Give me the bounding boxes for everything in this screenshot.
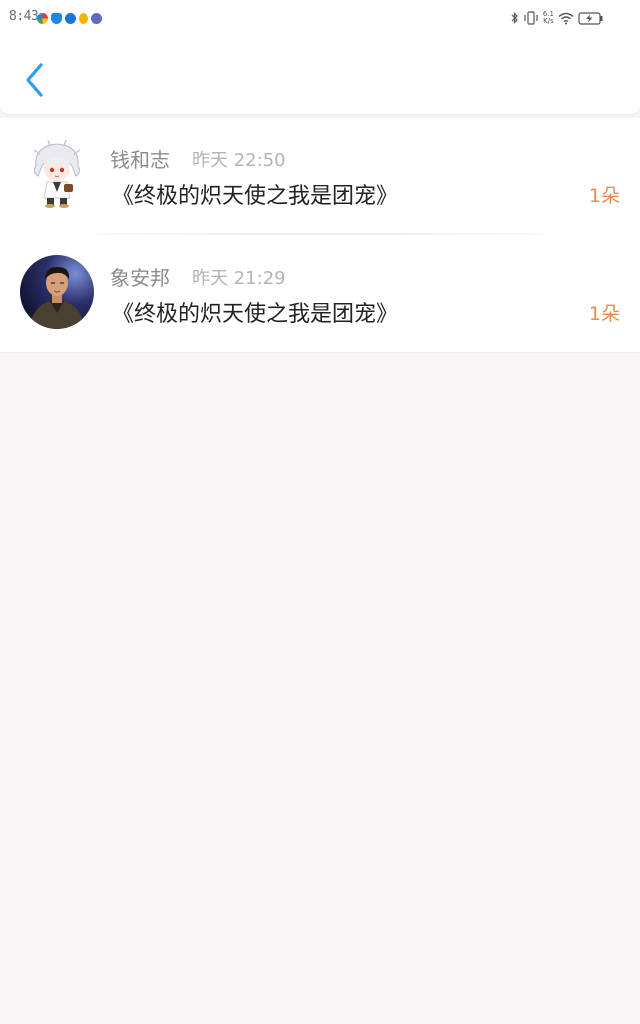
status-system-icons: 6.1 K/s: [511, 9, 604, 27]
book-title[interactable]: 《终极的炽天使之我是团宠》: [112, 296, 398, 328]
anime-character-avatar: [20, 136, 94, 210]
username: 钱和志: [110, 148, 170, 172]
avatar[interactable]: [20, 255, 94, 329]
purple-app-icon: [91, 12, 102, 24]
vibrate-icon: [524, 11, 538, 25]
empty-content-area: [0, 353, 640, 1024]
shield-app-icon: [51, 12, 62, 24]
status-bar: 8:43 6.1 K/s: [0, 0, 640, 36]
network-speed: 6.1 K/s: [542, 10, 554, 25]
list-item[interactable]: 钱和志 昨天 22:50 《终极的炽天使之我是团宠》 1朵: [0, 118, 640, 235]
chevron-left-icon: [26, 63, 43, 97]
gift-record-list: 钱和志 昨天 22:50 《终极的炽天使之我是团宠》 1朵 象安邦 昨天 21:…: [0, 118, 640, 353]
multicolor-app-icon: [37, 12, 48, 24]
avatar[interactable]: [20, 136, 94, 210]
gift-count: 1朵: [588, 185, 620, 207]
wifi-icon: [558, 12, 574, 24]
gift-count: 1朵: [588, 303, 620, 325]
timestamp: 昨天 22:50: [192, 150, 286, 171]
battery-charging-icon: [578, 11, 603, 25]
bulb-app-icon: [79, 12, 88, 24]
list-item[interactable]: 象安邦 昨天 21:29 《终极的炽天使之我是团宠》 1朵: [0, 236, 640, 353]
back-button[interactable]: [18, 58, 52, 102]
book-title[interactable]: 《终极的炽天使之我是团宠》: [112, 178, 398, 210]
timestamp: 昨天 21:29: [192, 268, 286, 289]
portrait-photo-avatar: [20, 255, 94, 329]
status-time: 8:43: [9, 9, 39, 24]
blue-app-icon: [65, 12, 76, 24]
status-app-icons: [37, 11, 102, 25]
top-bar: 8:43 6.1 K/s: [0, 0, 640, 115]
divider: [95, 233, 545, 235]
bluetooth-icon: [511, 12, 518, 24]
username: 象安邦: [110, 266, 170, 290]
